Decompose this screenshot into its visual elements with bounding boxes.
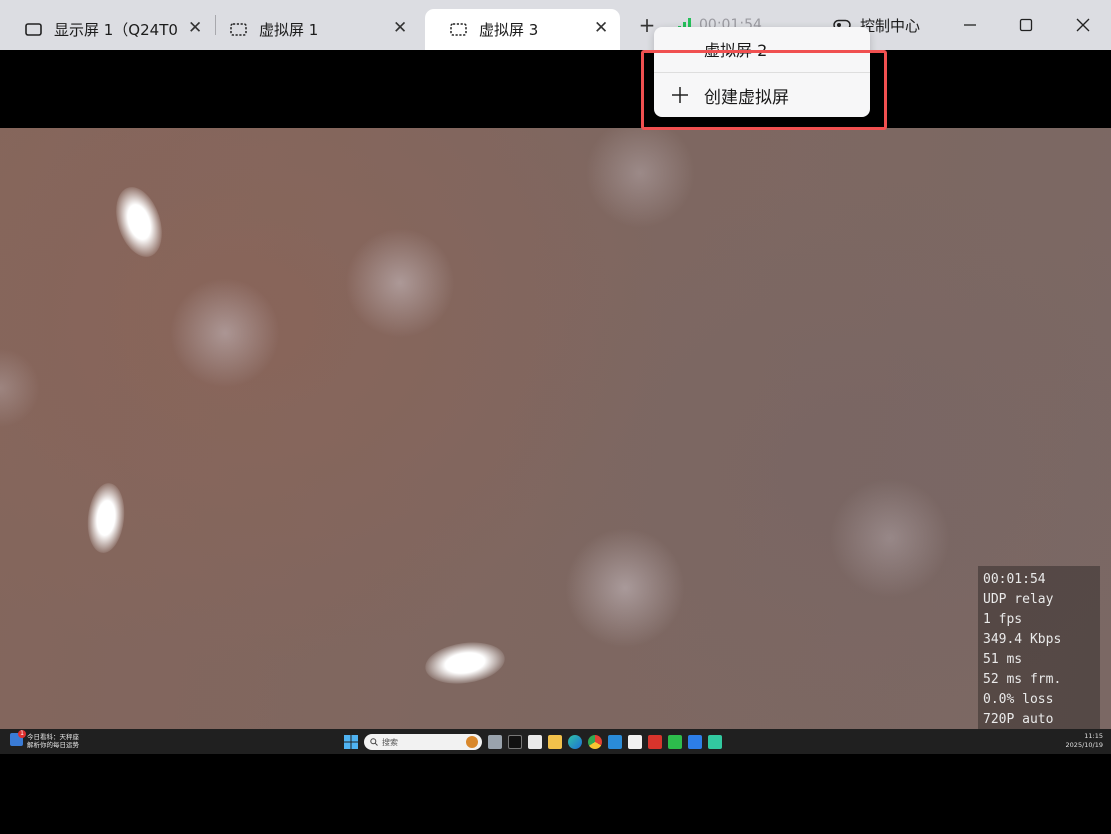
virtual-screen-dropdown: 虚拟屏 2 创建虚拟屏 bbox=[654, 27, 870, 117]
search-highlight-icon bbox=[466, 736, 478, 748]
taskbar-apps: 搜索 bbox=[344, 732, 722, 752]
tab-close-icon[interactable]: ✕ bbox=[393, 20, 407, 37]
news-badge: 1 bbox=[18, 730, 26, 738]
stat-line: 1 fps bbox=[983, 612, 1023, 627]
tab-close-icon[interactable]: ✕ bbox=[188, 20, 202, 37]
maximize-button[interactable] bbox=[1015, 14, 1037, 36]
stat-line: 0.0% loss bbox=[983, 692, 1054, 707]
title-bar: 显示屏 1（Q24T0 ✕ 虚拟屏 1 ✕ 虚拟屏 3 ✕ + 00:01:54… bbox=[0, 0, 1111, 50]
search-placeholder: 搜索 bbox=[382, 737, 398, 747]
store-icon[interactable] bbox=[528, 735, 542, 749]
stat-line: 51 ms bbox=[983, 652, 1023, 667]
bokeh-light bbox=[565, 528, 685, 648]
close-icon bbox=[1076, 18, 1090, 32]
stat-line: 720P auto bbox=[983, 712, 1054, 727]
news-line: 解析你的每日运势 bbox=[27, 741, 79, 749]
tab-close-icon[interactable]: ✕ bbox=[594, 20, 608, 37]
stat-line: 52 ms frm. bbox=[983, 672, 1062, 687]
plus-icon bbox=[672, 87, 688, 103]
tab-label: 显示屏 1（Q24T0 bbox=[54, 21, 178, 39]
create-virtual-screen-label: 创建虚拟屏 bbox=[704, 87, 789, 108]
stats-overlay: 00:01:54 UDP relay 1 fps 349.4 Kbps 51 m… bbox=[978, 566, 1100, 732]
clock-date: 2025/10/19 bbox=[1065, 741, 1103, 749]
menu-item-virtual-screen-2[interactable]: 虚拟屏 2 bbox=[704, 37, 767, 61]
stat-line: 349.4 Kbps bbox=[983, 632, 1062, 647]
close-window-button[interactable] bbox=[1072, 14, 1094, 36]
virtual-screen-icon bbox=[230, 23, 247, 36]
tab-display-1[interactable]: 显示屏 1（Q24T0 ✕ bbox=[0, 9, 214, 50]
wechat-icon[interactable] bbox=[668, 735, 682, 749]
tab-label: 虚拟屏 1 bbox=[259, 21, 319, 39]
edge-icon[interactable] bbox=[568, 735, 582, 749]
notes-icon[interactable] bbox=[628, 735, 642, 749]
terminal-icon[interactable] bbox=[508, 735, 522, 749]
virtual-screen-icon bbox=[450, 23, 467, 36]
bokeh-light bbox=[0, 348, 40, 428]
tab-label: 虚拟屏 3 bbox=[479, 21, 539, 39]
app-icon[interactable] bbox=[708, 735, 722, 749]
bird-icon[interactable] bbox=[688, 735, 702, 749]
bokeh-light bbox=[585, 128, 695, 228]
remote-screen[interactable] bbox=[0, 128, 1111, 754]
petal bbox=[107, 181, 171, 263]
news-widget[interactable]: 1 今日看科：天秤座 解析你的每日运势 bbox=[10, 730, 79, 749]
news-line: 今日看科：天秤座 bbox=[27, 733, 79, 741]
vscode-icon[interactable] bbox=[608, 735, 622, 749]
taskbar-clock[interactable]: 11:15 2025/10/19 bbox=[1066, 732, 1103, 750]
bokeh-light bbox=[345, 228, 455, 338]
news-icon: 1 bbox=[10, 730, 26, 746]
minimize-button[interactable] bbox=[959, 14, 981, 36]
taskbar-search-box[interactable]: 搜索 bbox=[364, 734, 482, 750]
folder-icon[interactable] bbox=[548, 735, 562, 749]
bokeh-light bbox=[830, 478, 950, 598]
petal bbox=[422, 637, 508, 689]
monitor-icon bbox=[25, 23, 42, 36]
stat-line: UDP relay bbox=[983, 592, 1054, 607]
remote-taskbar[interactable]: 1 今日看科：天秤座 解析你的每日运势 搜索 11:15 2025/10/19 bbox=[0, 729, 1111, 754]
clock-time: 11:15 bbox=[1084, 732, 1103, 740]
tab-virtual-1[interactable]: 虚拟屏 1 ✕ bbox=[205, 9, 419, 50]
search-icon bbox=[370, 738, 378, 746]
windows-start-icon[interactable] bbox=[344, 735, 358, 749]
maximize-icon bbox=[1019, 18, 1033, 32]
minimize-icon bbox=[964, 24, 976, 26]
wps-icon[interactable] bbox=[648, 735, 662, 749]
stat-line: 00:01:54 bbox=[983, 572, 1046, 587]
tab-virtual-3[interactable]: 虚拟屏 3 ✕ bbox=[425, 9, 620, 50]
chrome-icon[interactable] bbox=[588, 735, 602, 749]
bokeh-light bbox=[170, 278, 280, 388]
task-view-icon[interactable] bbox=[488, 735, 502, 749]
petal bbox=[84, 481, 128, 555]
create-virtual-screen-item[interactable]: 创建虚拟屏 bbox=[654, 73, 870, 117]
